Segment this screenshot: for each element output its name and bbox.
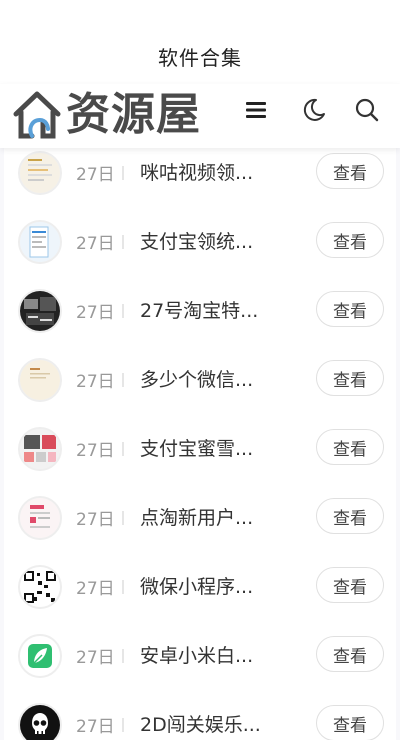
item-date: 27日 — [76, 648, 115, 668]
view-button[interactable]: 查看 — [316, 705, 384, 740]
divider — [122, 511, 124, 525]
page-title: 软件合集 — [158, 46, 242, 70]
divider — [122, 442, 124, 456]
divider — [122, 580, 124, 594]
divider — [122, 235, 124, 249]
divider — [122, 166, 124, 180]
item-title[interactable]: 微保小程序... — [140, 572, 253, 599]
item-date: 27日 — [76, 234, 115, 254]
list-item[interactable]: 27日 咪咕视频领... 查看 — [4, 148, 396, 217]
article-list: 27日 咪咕视频领... 查看 27日 支付宝领统... 查看 27日 27号淘… — [4, 148, 396, 740]
divider — [122, 304, 124, 318]
menu-icon[interactable] — [242, 96, 270, 124]
item-title[interactable]: 多少个微信... — [140, 365, 253, 392]
item-title[interactable]: 咪咕视频领... — [140, 158, 253, 185]
view-button[interactable]: 查看 — [316, 636, 384, 672]
qr-code-thumb — [18, 565, 62, 609]
item-date: 27日 — [76, 372, 115, 392]
list-item[interactable]: 27日 2D闯关娱乐... 查看 — [4, 700, 396, 740]
item-title[interactable]: 27号淘宝特... — [140, 296, 258, 323]
view-button[interactable]: 查看 — [316, 498, 384, 534]
leaf-app-icon — [18, 634, 62, 678]
view-button[interactable]: 查看 — [316, 429, 384, 465]
screenshot-thumb — [18, 496, 62, 540]
item-date: 27日 — [76, 717, 115, 737]
title-bar: 软件合集 — [0, 0, 400, 84]
item-title[interactable]: 支付宝蜜雪... — [140, 434, 253, 461]
search-icon[interactable] — [353, 96, 381, 124]
house-logo-icon — [13, 91, 61, 139]
skull-app-icon — [18, 703, 62, 740]
divider — [122, 649, 124, 663]
view-button[interactable]: 查看 — [316, 222, 384, 258]
item-title[interactable]: 支付宝领统... — [140, 227, 253, 254]
list-item[interactable]: 27日 安卓小米白... 查看 — [4, 631, 396, 700]
item-title[interactable]: 安卓小米白... — [140, 641, 253, 668]
moon-icon[interactable] — [300, 96, 328, 124]
list-item[interactable]: 27日 多少个微信... 查看 — [4, 355, 396, 424]
item-date: 27日 — [76, 510, 115, 530]
item-date: 27日 — [76, 579, 115, 599]
site-header: 资源屋 — [0, 84, 400, 148]
view-button[interactable]: 查看 — [316, 360, 384, 396]
divider — [122, 718, 124, 732]
site-logo[interactable]: 资源屋 — [10, 86, 201, 144]
view-button[interactable]: 查看 — [316, 291, 384, 327]
screenshot-thumb — [18, 358, 62, 402]
item-date: 27日 — [76, 165, 115, 185]
screenshot-thumb — [18, 151, 62, 195]
article-list-container[interactable]: 27日 咪咕视频领... 查看 27日 支付宝领统... 查看 27日 27号淘… — [0, 148, 400, 740]
item-title[interactable]: 点淘新用户... — [140, 503, 253, 530]
screenshot-thumb — [18, 220, 62, 264]
view-button[interactable]: 查看 — [316, 567, 384, 603]
list-item[interactable]: 27日 支付宝蜜雪... 查看 — [4, 424, 396, 493]
list-item[interactable]: 27日 27号淘宝特... 查看 — [4, 286, 396, 355]
divider — [122, 373, 124, 387]
item-date: 27日 — [76, 303, 115, 323]
logo-text: 资源屋 — [66, 89, 201, 140]
item-title[interactable]: 2D闯关娱乐... — [140, 710, 261, 737]
screenshot-thumb — [18, 289, 62, 333]
view-button[interactable]: 查看 — [316, 153, 384, 189]
list-item[interactable]: 27日 点淘新用户... 查看 — [4, 493, 396, 562]
list-item[interactable]: 27日 支付宝领统... 查看 — [4, 217, 396, 286]
screenshot-thumb — [18, 427, 62, 471]
item-date: 27日 — [76, 441, 115, 461]
list-item[interactable]: 27日 微保小程序... 查看 — [4, 562, 396, 631]
